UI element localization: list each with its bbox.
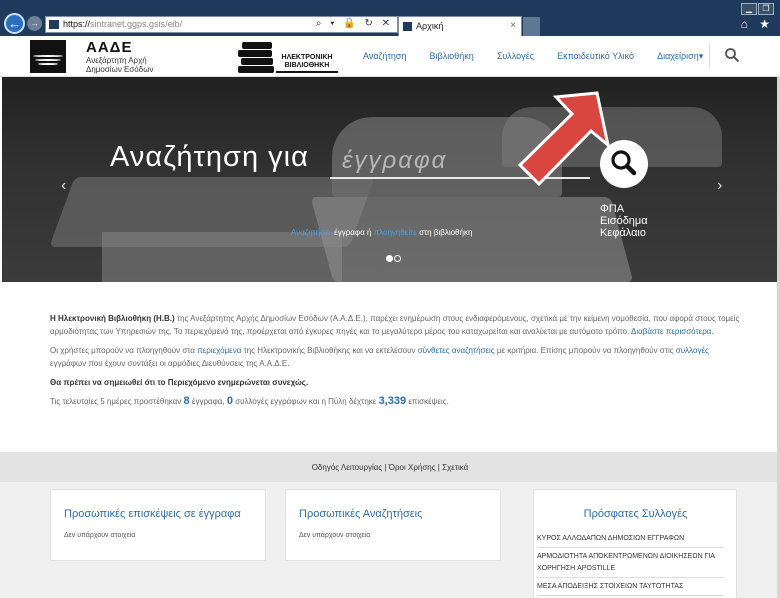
- intro-paragraph: Η Ηλεκτρονική Βιβλιοθήκη (Η.Β.) της Ανεξ…: [50, 314, 740, 336]
- main-nav: Αναζήτηση Βιβλιοθήκη Συλλογές Εκπαιδευτι…: [363, 50, 723, 62]
- site-header: ΑΑΔΕ Ανεξάρτητη Αρχή Δημοσίων Εσόδων ΗΛΕ…: [0, 36, 780, 77]
- contents-link[interactable]: περιεχόμενα: [197, 346, 241, 355]
- footer-links[interactable]: Οδηγός Λειτουργίας | Όροι Χρήσης | Σχετι…: [0, 463, 780, 472]
- org-subtitle: Ανεξάρτητη Αρχή Δημοσίων Εσόδων: [86, 56, 154, 74]
- intro-paragraph: Οι χρήστες μπορούν να πλοηγηθούν στα περ…: [50, 346, 709, 368]
- search-icon[interactable]: [724, 47, 740, 63]
- tab-close-icon[interactable]: ×: [510, 20, 516, 31]
- new-tab-button[interactable]: [523, 17, 540, 36]
- nav-search[interactable]: Αναζήτηση: [363, 51, 406, 61]
- site-favicon-icon: [49, 20, 59, 29]
- library-logo[interactable]: ΗΛΕΚΤΡΟΝΙΚΗ ΒΙΒΛΙΟΘΗΚΗ: [236, 40, 340, 73]
- panel-recent-collections: Πρόσφατες Συλλογές ΚΥΡΟΣ ΑΛΛΟΔΑΠΩΝ ΔΗΜΟΣ…: [533, 489, 737, 598]
- back-arrow-icon[interactable]: ←: [4, 13, 25, 34]
- home-favorites-icons[interactable]: ⌂ ★: [741, 17, 774, 31]
- panel-personal-visits: Προσωπικές επισκέψεις σε έγγραφα Δεν υπά…: [50, 489, 266, 561]
- read-more-link[interactable]: Διαβάστε περισσότερα.: [631, 327, 714, 336]
- address-tools-icons[interactable]: ⌕ ▾ 🔒 ↻ ✕: [316, 18, 393, 29]
- intro-stats: Τις τελευταίες 5 ημέρες προστέθηκαν 8 έγ…: [50, 395, 449, 407]
- advanced-search-link[interactable]: σύνθετες αναζητήσεις: [418, 346, 495, 355]
- library-logo-text: ΗΛΕΚΤΡΟΝΙΚΗ ΒΙΒΛΙΟΘΗΚΗ: [281, 54, 333, 69]
- address-bar[interactable]: https://sintranet.ggps.gsis/eib/ ⌕ ▾ 🔒 ↻…: [45, 16, 398, 33]
- panel-personal-searches: Προσωπικές Αναζητήσεις Δεν υπάρχουν στοι…: [285, 489, 501, 561]
- carousel-dot[interactable]: [394, 255, 401, 262]
- collection-item[interactable]: ΚΥΡΟΣ ΑΛΛΟΔΑΠΩΝ ΔΗΜΟΣΙΩΝ ΕΓΓΡΑΦΩΝ: [537, 530, 724, 548]
- window-controls: ▁ ❐: [740, 2, 776, 15]
- annotation-arrow-icon: [517, 91, 611, 187]
- nav-library[interactable]: Βιβλιοθήκη: [430, 51, 474, 61]
- footer-bar: Οδηγός Λειτουργίας | Όροι Χρήσης | Σχετι…: [0, 452, 780, 482]
- intro-section: Η Ηλεκτρονική Βιβλιοθήκη (Η.Β.) της Ανεξ…: [50, 312, 740, 414]
- minimize-icon[interactable]: ▁: [741, 3, 757, 15]
- tab-favicon-icon: [403, 22, 412, 31]
- panel-empty-text: Δεν υπάρχουν στοιχεία: [299, 532, 371, 539]
- collection-item[interactable]: ΑΡΜΟΔΙΟΤΗΤΑ ΑΠΟΚΕΝΤΡΩΜΕΝΩΝ ΔΙΟΙΚΗΣΕΩΝ ΓΙ…: [537, 548, 724, 578]
- panel-empty-text: Δεν υπάρχουν στοιχεία: [64, 532, 136, 539]
- collections-link[interactable]: συλλογές: [676, 346, 709, 355]
- collection-list: ΚΥΡΟΣ ΑΛΛΟΔΑΠΩΝ ΔΗΜΟΣΙΩΝ ΕΓΓΡΑΦΩΝ ΑΡΜΟΔΙ…: [537, 530, 724, 596]
- browser-chrome: ← → https://sintranet.ggps.gsis/eib/ ⌕ ▾…: [0, 0, 780, 36]
- search-docs-link[interactable]: Αναζητήστε: [291, 228, 332, 237]
- aade-logo-icon[interactable]: [30, 40, 66, 73]
- browser-tab-home[interactable]: Αρχική ×: [398, 16, 522, 36]
- hero-tag[interactable]: ΦΠΑ: [600, 203, 648, 215]
- hero-tag[interactable]: Κεφάλαιο: [600, 227, 648, 239]
- collection-item[interactable]: ΜΕΣΑ ΑΠΟΔΕΙΞΗΣ ΣΤΟΙΧΕΙΩΝ ΤΑΥΤΟΤΗΤΑΣ: [537, 578, 724, 596]
- nav-collections[interactable]: Συλλογές: [497, 51, 534, 61]
- tab-title: Αρχική: [416, 21, 444, 31]
- address-url[interactable]: https://sintranet.ggps.gsis/eib/: [63, 19, 182, 29]
- carousel-indicators: [386, 253, 402, 265]
- forward-arrow-icon[interactable]: →: [27, 16, 42, 31]
- panel-title: Προσωπικές επισκέψεις σε έγγραφα: [64, 508, 241, 520]
- library-logo-underline: [276, 71, 338, 73]
- panel-title: Προσωπικές Αναζητήσεις: [299, 508, 423, 520]
- hero-title: Αναζήτηση για: [110, 141, 309, 173]
- carousel-next-icon[interactable]: ›: [717, 177, 722, 195]
- hero-subtitle: Αναζητήστε έγγραφα ή πλοηγηθείτε στη βιβ…: [291, 228, 473, 237]
- hero-search-input[interactable]: έγγραφα: [342, 147, 447, 175]
- restore-icon[interactable]: ❐: [758, 3, 774, 15]
- org-name: ΑΑΔΕ: [86, 39, 133, 56]
- nav-divider: [709, 43, 710, 69]
- hero-tag[interactable]: Εισόδημα: [600, 215, 648, 227]
- hero-tag-list: ΦΠΑ Εισόδημα Κεφάλαιο: [600, 203, 648, 239]
- nav-educational[interactable]: Εκπαιδευτικό Υλικό: [557, 51, 634, 61]
- browse-library-link[interactable]: πλοηγηθείτε: [374, 228, 417, 237]
- carousel-dot-active[interactable]: [386, 255, 393, 262]
- panel-title: Πρόσφατες Συλλογές: [583, 508, 688, 520]
- hero-carousel: Αναζήτηση για έγγραφα ΦΠΑ Εισόδημα Κεφάλ…: [2, 77, 778, 282]
- intro-notice: Θα πρέπει να σημειωθεί ότι το Περιεχόμεν…: [50, 378, 309, 387]
- carousel-prev-icon[interactable]: ‹: [61, 177, 66, 195]
- books-icon: [236, 40, 278, 73]
- stat-visits: 3,339: [378, 395, 407, 407]
- nav-admin[interactable]: Διαχείριση▾: [657, 51, 703, 61]
